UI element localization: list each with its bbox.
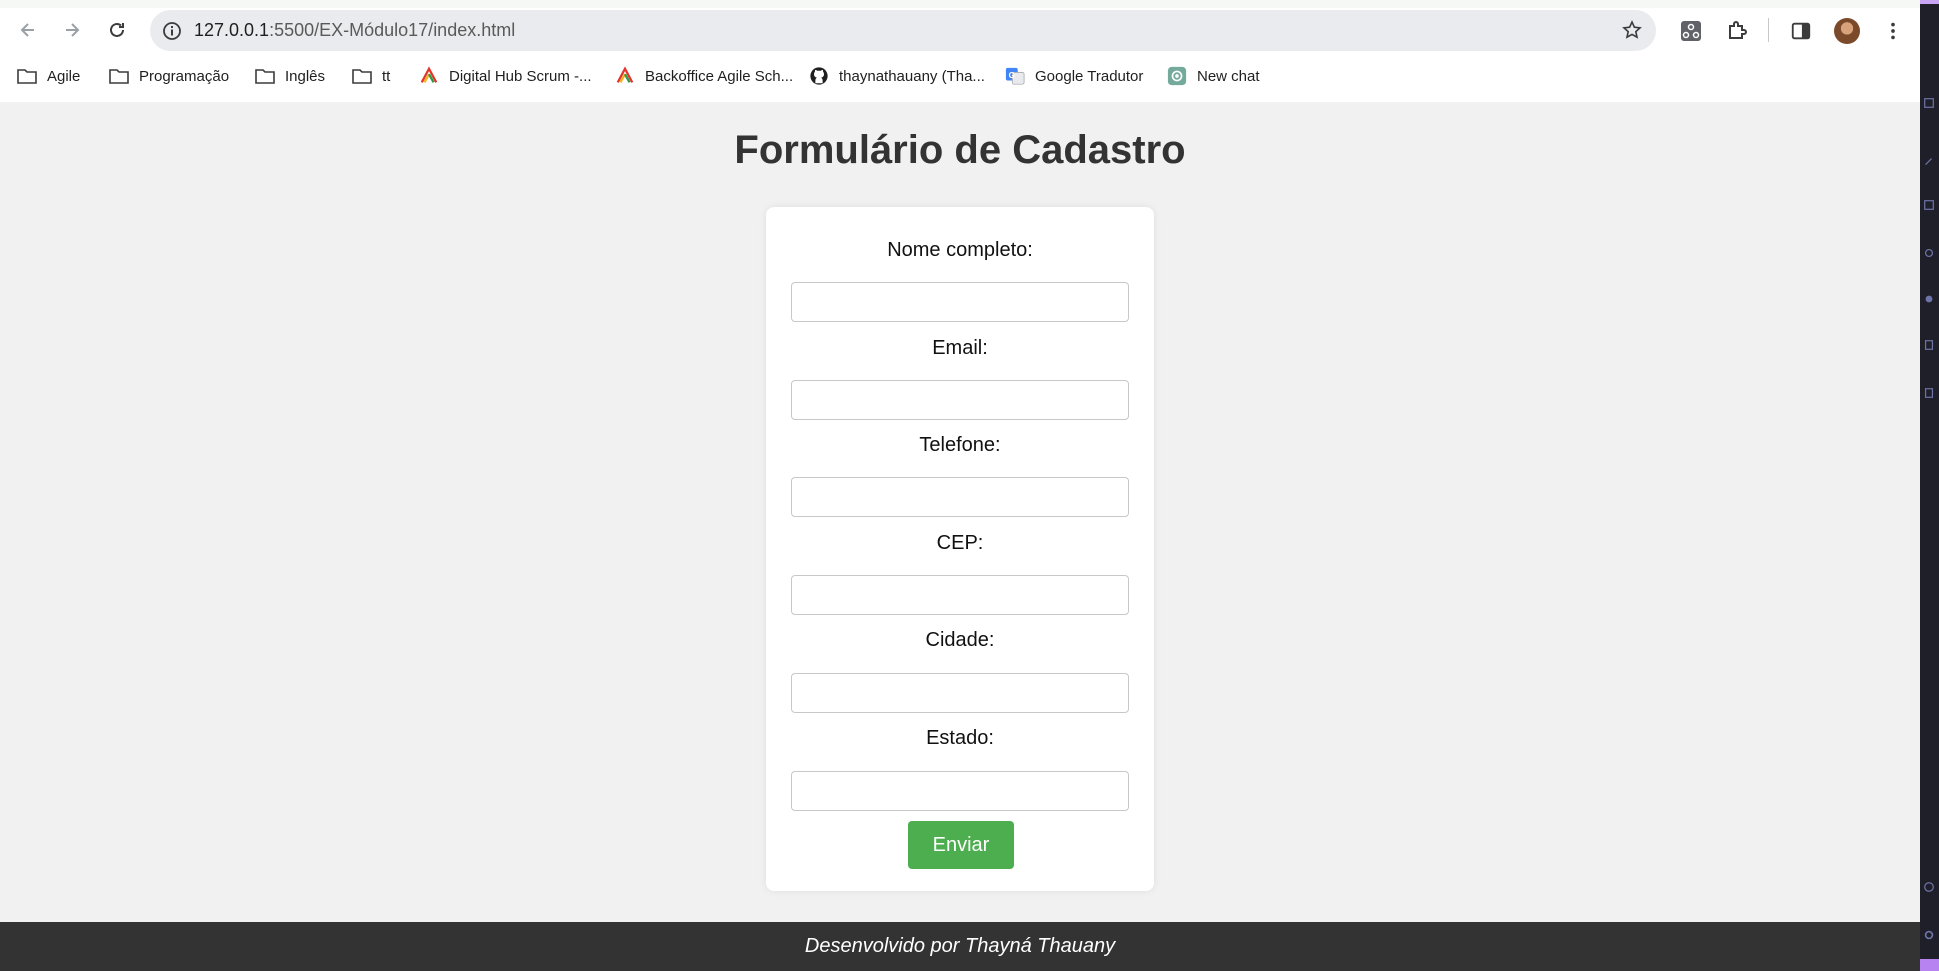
bookmark-label: Agile <box>47 67 81 85</box>
reload-icon <box>110 22 124 37</box>
state-input[interactable] <box>791 771 1129 811</box>
bookmark-label: New chat <box>1197 67 1260 85</box>
agile-logo-icon <box>614 65 636 87</box>
settings-gear-icon <box>1922 928 1936 942</box>
city-input[interactable] <box>791 673 1129 713</box>
bookmark-label: Google Tradutor <box>1035 67 1144 85</box>
account-icon <box>1922 880 1936 894</box>
bookmark-agile[interactable]: Agile <box>16 60 80 92</box>
google-translate-icon: G <box>1004 65 1026 87</box>
remote-icon <box>1922 338 1936 352</box>
explorer-icon <box>1922 96 1936 110</box>
page-body: Formulário de Cadastro Nome completo: Em… <box>0 102 1920 922</box>
full-name-label: Nome completo: <box>887 239 1033 261</box>
bookmark-label: thaynathauany (Tha... <box>839 67 985 85</box>
address-bar[interactable]: 127.0.0.1:5500/EX-Módulo17/index.html <box>150 10 1656 51</box>
state-label: Estado: <box>926 727 994 749</box>
extension-icon[interactable] <box>1676 16 1706 46</box>
page-footer: Desenvolvido por Thayná Thauany <box>0 922 1920 971</box>
url-host: 127.0.0.1 <box>194 20 270 40</box>
bookmark-github[interactable]: thaynathauany (Tha... <box>808 60 985 92</box>
kebab-menu-icon <box>1891 22 1895 40</box>
email-input[interactable] <box>791 380 1129 420</box>
browser-chrome: 127.0.0.1:5500/EX-Módulo17/index.html Ag… <box>0 0 1920 102</box>
bookmark-tt[interactable]: tt <box>351 60 390 92</box>
bookmark-label: Backoffice Agile Sch... <box>645 67 794 85</box>
tab-strip-edge <box>0 0 1920 8</box>
bookmark-label: tt <box>382 67 391 85</box>
bookmark-programacao[interactable]: Programação <box>108 60 229 92</box>
agile-logo-icon <box>418 65 440 87</box>
full-name-input[interactable] <box>791 282 1129 322</box>
chatgpt-icon <box>1166 65 1188 87</box>
bookmark-backoffice-agile[interactable]: Backoffice Agile Sch... <box>614 60 793 92</box>
search-icon <box>1922 155 1936 169</box>
github-icon <box>808 65 830 87</box>
folder-icon <box>16 65 38 87</box>
footer-credit: Desenvolvido por Thayná Thauany <box>804 935 1116 957</box>
reload-button[interactable] <box>101 14 133 46</box>
source-control-icon <box>1922 198 1936 212</box>
back-arrow-icon <box>20 23 34 37</box>
forward-arrow-icon <box>66 23 80 37</box>
cep-input[interactable] <box>791 575 1129 615</box>
folder-icon <box>254 65 276 87</box>
email-label: Email: <box>932 337 988 359</box>
cep-label: CEP: <box>936 532 984 554</box>
url-path: :5500/EX-Módulo17/index.html <box>269 20 516 40</box>
extensions-icon <box>1922 292 1936 306</box>
avatar-icon <box>1834 18 1860 44</box>
back-button[interactable] <box>12 14 44 46</box>
bookmark-ingles[interactable]: Inglês <box>254 60 325 92</box>
menu-button[interactable] <box>1878 16 1908 46</box>
toolbar-divider <box>1768 18 1769 42</box>
phone-label: Telefone: <box>919 434 1001 456</box>
bookmark-new-chat[interactable]: New chat <box>1166 60 1260 92</box>
folder-icon <box>351 65 373 87</box>
extensions-puzzle-icon[interactable] <box>1722 16 1752 46</box>
profile-avatar[interactable] <box>1832 16 1862 46</box>
bookmark-google-tradutor[interactable]: G Google Tradutor <box>1004 60 1143 92</box>
bookmark-label: Programação <box>139 67 230 85</box>
svg-text:G: G <box>1009 71 1015 80</box>
city-label: Cidade: <box>925 629 995 651</box>
submit-button[interactable]: Enviar <box>908 821 1014 869</box>
bookmarks-bar: Agile Programação Inglês tt Digital Hub … <box>0 60 1920 92</box>
bookmark-digital-hub-scrum[interactable]: Digital Hub Scrum -... <box>418 60 592 92</box>
site-info-icon[interactable] <box>160 19 184 43</box>
page-title: Formulário de Cadastro <box>734 128 1186 172</box>
side-panel-icon[interactable] <box>1786 16 1816 46</box>
bookmark-label: Digital Hub Scrum -... <box>449 67 592 85</box>
adjacent-window-edge <box>1920 0 1939 971</box>
url-text[interactable]: 127.0.0.1:5500/EX-Módulo17/index.html <box>194 20 515 41</box>
accent-bar <box>1920 0 1939 4</box>
debug-icon <box>1922 246 1936 260</box>
phone-input[interactable] <box>791 477 1129 517</box>
folder-icon <box>108 65 130 87</box>
status-bar-accent <box>1920 959 1939 971</box>
bookmark-star-icon[interactable] <box>1620 18 1644 42</box>
registration-form: Nome completo: Email: Telefone: CEP: Cid… <box>766 207 1154 891</box>
bookmark-label: Inglês <box>285 67 326 85</box>
forward-button[interactable] <box>56 14 88 46</box>
file-icon <box>1922 386 1936 400</box>
